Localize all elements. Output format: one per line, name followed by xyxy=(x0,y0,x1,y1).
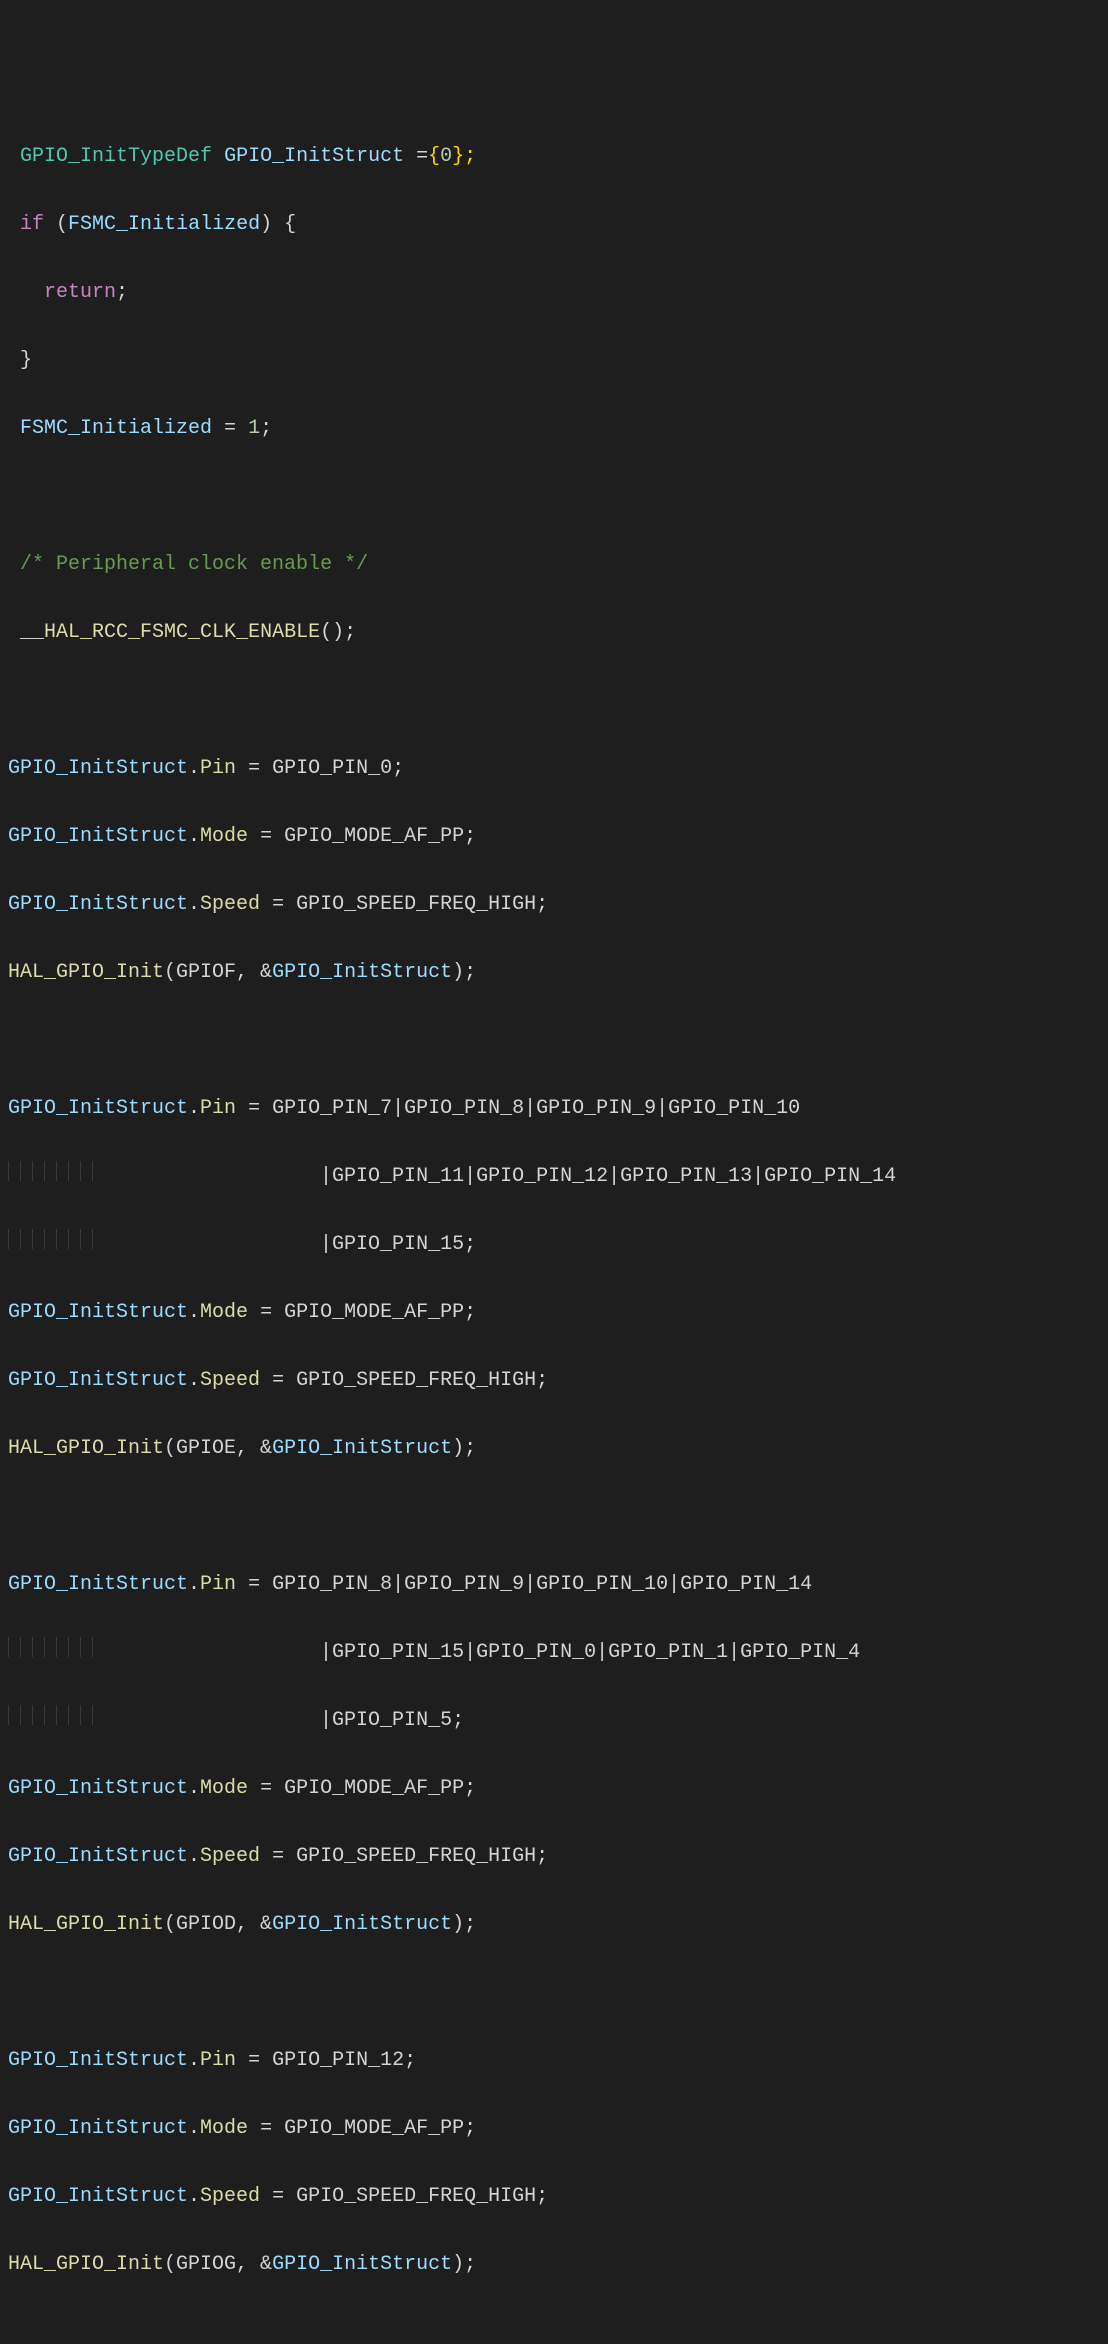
indent-guide xyxy=(92,1229,104,1249)
code-line: HAL_GPIO_Init(GPIOG, &GPIO_InitStruct); xyxy=(8,2248,1100,2282)
code-line: GPIO_InitStruct.Speed = GPIO_SPEED_FREQ_… xyxy=(8,1364,1100,1398)
code-line: } xyxy=(8,344,1100,378)
indent-guide xyxy=(44,1705,56,1725)
code-line: GPIO_InitStruct.Pin = GPIO_PIN_7|GPIO_PI… xyxy=(8,1092,1100,1126)
indent-guide xyxy=(80,1229,92,1249)
indent-guide xyxy=(56,1161,68,1181)
indent-guide xyxy=(92,1705,104,1725)
indent-guide xyxy=(56,1229,68,1249)
indent-guide xyxy=(80,1705,92,1725)
code-line: |GPIO_PIN_15|GPIO_PIN_0|GPIO_PIN_1|GPIO_… xyxy=(8,1636,1100,1670)
code-line: GPIO_InitStruct.Mode = GPIO_MODE_AF_PP; xyxy=(8,1772,1100,1806)
code-line: GPIO_InitStruct.Speed = GPIO_SPEED_FREQ_… xyxy=(8,2180,1100,2214)
indent-guide xyxy=(20,1229,32,1249)
code-line: GPIO_InitStruct.Speed = GPIO_SPEED_FREQ_… xyxy=(8,1840,1100,1874)
indent-guide xyxy=(20,1705,32,1725)
code-line: GPIO_InitStruct.Pin = GPIO_PIN_8|GPIO_PI… xyxy=(8,1568,1100,1602)
code-line: HAL_GPIO_Init(GPIOD, &GPIO_InitStruct); xyxy=(8,1908,1100,1942)
code-line xyxy=(8,1976,1100,2010)
code-line xyxy=(8,480,1100,514)
code-line: GPIO_InitTypeDef GPIO_InitStruct ={0}; xyxy=(8,140,1100,174)
indent-guide xyxy=(92,1637,104,1657)
indent-guide xyxy=(44,1637,56,1657)
function-call: HAL_GPIO_Init xyxy=(8,2253,164,2276)
indent-guide xyxy=(8,1637,20,1657)
code-line: |GPIO_PIN_5; xyxy=(8,1704,1100,1738)
indent-guide xyxy=(68,1637,80,1657)
indent-guide xyxy=(80,1637,92,1657)
indent-guide xyxy=(56,1705,68,1725)
code-line: GPIO_InitStruct.Mode = GPIO_MODE_AF_PP; xyxy=(8,2112,1100,2146)
indent-guide xyxy=(68,1229,80,1249)
indent-guide xyxy=(80,1161,92,1181)
indent-guide xyxy=(8,1161,20,1181)
type-token: GPIO_InitTypeDef xyxy=(20,145,212,168)
function-call: HAL_GPIO_Init xyxy=(8,961,164,984)
function-call: HAL_GPIO_Init xyxy=(8,1437,164,1460)
indent-guide xyxy=(8,1705,20,1725)
macro-token: HAL_RCC_FSMC_CLK_ENABLE xyxy=(44,621,320,644)
code-line: |GPIO_PIN_11|GPIO_PIN_12|GPIO_PIN_13|GPI… xyxy=(8,1160,1100,1194)
indent-guide xyxy=(20,1161,32,1181)
code-line xyxy=(8,1024,1100,1058)
code-line: HAL_GPIO_Init(GPIOE, &GPIO_InitStruct); xyxy=(8,1432,1100,1466)
indent-guide xyxy=(8,1229,20,1249)
indent-guide xyxy=(44,1161,56,1181)
code-line: HAL_GPIO_Init(GPIOF, &GPIO_InitStruct); xyxy=(8,956,1100,990)
code-line: GPIO_InitStruct.Pin = GPIO_PIN_12; xyxy=(8,2044,1100,2078)
code-line: if (FSMC_Initialized) { xyxy=(8,208,1100,242)
code-line xyxy=(8,684,1100,718)
code-line: __HAL_RCC_FSMC_CLK_ENABLE(); xyxy=(8,616,1100,650)
indent-guide xyxy=(68,1161,80,1181)
comment-token: /* Peripheral clock enable */ xyxy=(20,553,368,576)
code-line: GPIO_InitStruct.Mode = GPIO_MODE_AF_PP; xyxy=(8,820,1100,854)
code-line xyxy=(8,1500,1100,1534)
indent-guide xyxy=(68,1705,80,1725)
indent-guide xyxy=(32,1161,44,1181)
indent-guide xyxy=(32,1637,44,1657)
indent-guide xyxy=(20,1637,32,1657)
indent-guide xyxy=(92,1161,104,1181)
indent-guide xyxy=(32,1705,44,1725)
code-line: /* Peripheral clock enable */ xyxy=(8,548,1100,582)
indent-guide xyxy=(44,1229,56,1249)
code-line: |GPIO_PIN_15; xyxy=(8,1228,1100,1262)
code-line: GPIO_InitStruct.Pin = GPIO_PIN_0; xyxy=(8,752,1100,786)
function-call: HAL_GPIO_Init xyxy=(8,1913,164,1936)
keyword-token: return xyxy=(44,281,116,304)
indent-guide xyxy=(32,1229,44,1249)
indent-guide xyxy=(56,1637,68,1657)
code-line: return; xyxy=(8,276,1100,310)
code-line: GPIO_InitStruct.Speed = GPIO_SPEED_FREQ_… xyxy=(8,888,1100,922)
keyword-token: if xyxy=(20,213,44,236)
var-token: GPIO_InitStruct xyxy=(224,145,404,168)
code-line: GPIO_InitStruct.Mode = GPIO_MODE_AF_PP; xyxy=(8,1296,1100,1330)
code-line: FSMC_Initialized = 1; xyxy=(8,412,1100,446)
